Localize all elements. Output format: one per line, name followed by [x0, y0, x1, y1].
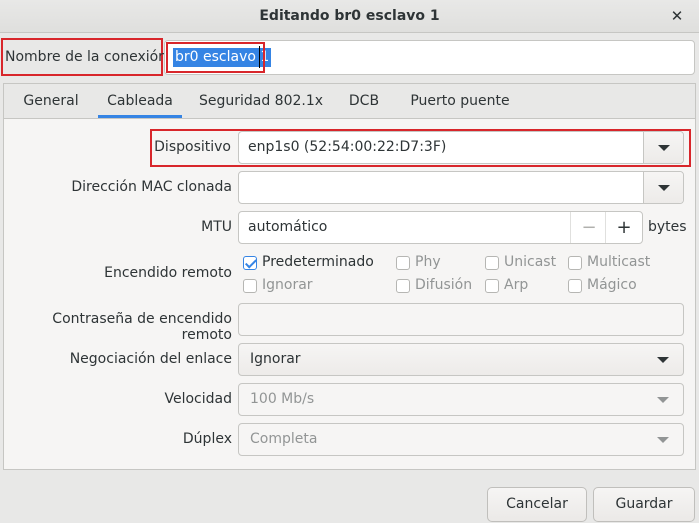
- wol-phy-label: Phy: [415, 254, 441, 270]
- duplex-value: Completa: [250, 431, 318, 447]
- wol-arp-label: Arp: [504, 277, 529, 293]
- wol-ignore-label: Ignorar: [262, 277, 313, 293]
- tab-general[interactable]: General: [16, 84, 86, 118]
- wol-broadcast-label: Difusión: [415, 277, 473, 293]
- chevron-down-icon: [658, 145, 670, 151]
- cloned-mac-combo[interactable]: [238, 171, 684, 204]
- chevron-down-icon: [658, 185, 670, 191]
- mtu-value: automático: [248, 219, 328, 235]
- tab-bridge-port[interactable]: Puerto puente: [402, 84, 518, 118]
- save-button[interactable]: Guardar: [593, 487, 695, 522]
- wol-password-input[interactable]: [238, 303, 684, 336]
- device-combo[interactable]: enp1s0 (52:54:00:22:D7:3F): [238, 131, 684, 164]
- link-negotiation-select[interactable]: Ignorar: [238, 343, 684, 376]
- wol-password-label: Contraseña de encendido remoto: [52, 311, 232, 343]
- cloned-mac-dropdown-button[interactable]: [643, 172, 683, 203]
- chevron-down-icon: [657, 357, 669, 363]
- tab-dcb[interactable]: DCB: [338, 84, 390, 118]
- wol-multicast-checkbox[interactable]: [568, 256, 582, 270]
- wol-magic-label: Mágico: [587, 277, 637, 293]
- wol-arp-checkbox[interactable]: [485, 279, 499, 293]
- tab-8021x-security[interactable]: Seguridad 802.1x: [194, 84, 328, 118]
- connection-name-label: Nombre de la conexión: [5, 49, 168, 65]
- window-title: Editando br0 esclavo 1: [259, 8, 440, 24]
- device-value: enp1s0 (52:54:00:22:D7:3F): [248, 139, 447, 155]
- duplex-label: Dúplex: [182, 431, 232, 447]
- device-label: Dispositivo: [154, 139, 231, 155]
- cloned-mac-label: Dirección MAC clonada: [71, 179, 232, 195]
- speed-value: 100 Mb/s: [250, 391, 315, 407]
- mtu-increment-button[interactable]: +: [605, 212, 642, 243]
- mtu-decrement-button[interactable]: −: [570, 212, 607, 243]
- wol-ignore-checkbox[interactable]: [243, 279, 257, 293]
- wol-unicast-label: Unicast: [504, 254, 557, 270]
- speed-label: Velocidad: [164, 391, 233, 407]
- title-bar: Editando br0 esclavo 1 ✕: [0, 0, 699, 33]
- wol-phy-checkbox[interactable]: [396, 256, 410, 270]
- wol-multicast-label: Multicast: [587, 254, 651, 270]
- mtu-label: MTU: [201, 219, 232, 235]
- wol-default-label: Predeterminado: [262, 254, 374, 270]
- chevron-down-icon: [657, 437, 669, 443]
- cancel-button[interactable]: Cancelar: [487, 487, 587, 522]
- wol-default-checkbox[interactable]: [243, 256, 257, 270]
- close-icon[interactable]: ✕: [667, 6, 687, 26]
- link-negotiation-value: Ignorar: [250, 351, 301, 367]
- tab-bar: General Cableada Seguridad 802.1x DCB Pu…: [4, 84, 695, 119]
- chevron-down-icon: [657, 397, 669, 403]
- duplex-select[interactable]: Completa: [238, 423, 684, 456]
- device-dropdown-button[interactable]: [643, 132, 683, 163]
- tab-wired[interactable]: Cableada: [98, 84, 182, 118]
- mtu-spinbutton[interactable]: automático − +: [238, 211, 643, 244]
- link-negotiation-label: Negociación del enlace: [69, 351, 232, 367]
- wake-on-lan-label: Encendido remoto: [104, 265, 232, 281]
- connection-name-value-highlight: [166, 42, 265, 73]
- speed-select[interactable]: 100 Mb/s: [238, 383, 684, 416]
- wol-broadcast-checkbox[interactable]: [396, 279, 410, 293]
- mtu-unit: bytes: [648, 219, 687, 235]
- wol-unicast-checkbox[interactable]: [485, 256, 499, 270]
- wol-magic-checkbox[interactable]: [568, 279, 582, 293]
